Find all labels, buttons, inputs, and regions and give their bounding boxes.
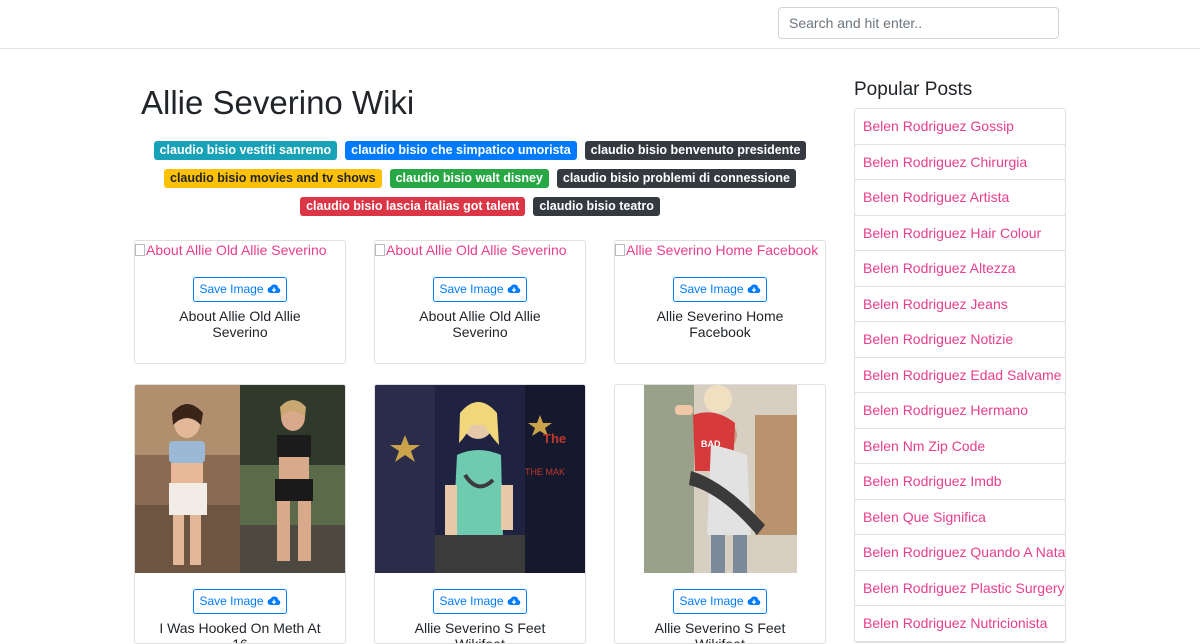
broken-image-icon [375, 244, 385, 256]
image-card: About Allie Old Allie Severino Save Imag… [374, 240, 586, 364]
popular-posts-list: Belen Rodriguez Gossip Belen Rodriguez C… [854, 108, 1066, 643]
tag-link[interactable]: claudio bisio lascia italias got talent [300, 197, 526, 216]
popular-post-link[interactable]: Belen Rodriguez Plastic Surgery [855, 571, 1065, 606]
card-caption: Allie Severino S Feet Wikifeet [414, 620, 546, 644]
cloud-download-icon [747, 284, 760, 293]
tag-cloud: claudio bisio vestiti sanremo claudio bi… [134, 141, 826, 225]
sidebar: Popular Posts Belen Rodriguez Gossip Bel… [854, 78, 1066, 643]
tag-row: claudio bisio vestiti sanremo claudio bi… [134, 141, 826, 160]
tag-link[interactable]: claudio bisio movies and tv shows [164, 169, 382, 188]
image-link[interactable]: About Allie Old Allie Severino [375, 241, 585, 263]
image-card: BAD Save Image Allie Severino S Feet Wik… [614, 384, 826, 644]
search-input[interactable] [778, 7, 1059, 39]
cloud-download-icon [267, 284, 280, 293]
image-card: About Allie Old Allie Severino Save Imag… [134, 240, 346, 364]
photo-image: BAD [615, 385, 825, 573]
image-alt-text: Allie Severino Home Facebook [626, 242, 819, 258]
popular-post-link[interactable]: Belen Rodriguez Edad Salvame [855, 358, 1065, 393]
tag-link[interactable]: claudio bisio che simpatico umorista [345, 141, 577, 160]
tag-link[interactable]: claudio bisio problemi di connessione [556, 169, 796, 188]
cloud-download-icon [267, 596, 280, 605]
card-caption: Allie Severino Home Facebook [656, 308, 784, 340]
popular-post-link[interactable]: Belen Rodriguez Gossip [855, 109, 1065, 145]
tag-link[interactable]: claudio bisio vestiti sanremo [153, 141, 338, 160]
card-caption: About Allie Old Allie Severino [419, 308, 541, 340]
image-link[interactable]: About Allie Old Allie Severino [135, 241, 345, 263]
image-link[interactable]: Allie Severino Home Facebook [615, 241, 825, 263]
tag-row: claudio bisio movies and tv shows claudi… [134, 169, 826, 188]
popular-post-link[interactable]: Belen Rodriguez Nutricionista [855, 606, 1065, 642]
tag-link[interactable]: claudio bisio teatro [533, 197, 660, 216]
image-card: The THE MAK Save Image Allie Severino S … [374, 384, 586, 644]
save-label: Save Image [439, 594, 504, 608]
save-image-button[interactable]: Save Image [673, 277, 767, 302]
popular-post-link[interactable]: Belen Rodriguez Jeans [855, 287, 1065, 322]
sidebar-title: Popular Posts [854, 79, 973, 100]
save-image-button[interactable]: Save Image [433, 589, 527, 614]
save-label: Save Image [679, 282, 744, 296]
popular-post-link[interactable]: Belen Rodriguez Chirurgia [855, 145, 1065, 180]
cloud-download-icon [747, 596, 760, 605]
popular-post-link[interactable]: Belen Rodriguez Quando A Nata [855, 535, 1065, 571]
popular-post-link[interactable]: Belen Rodriguez Hair Colour [855, 216, 1065, 251]
cloud-download-icon [507, 596, 520, 605]
top-navbar [0, 0, 1200, 49]
card-caption: About Allie Old Allie Severino [179, 308, 301, 340]
popular-post-link[interactable]: Belen Rodriguez Imdb [855, 464, 1065, 500]
image-link[interactable]: BAD [615, 385, 825, 573]
photo-image: The THE MAK [375, 385, 585, 573]
tag-row: claudio bisio lascia italias got talent … [134, 197, 826, 216]
save-image-button[interactable]: Save Image [673, 589, 767, 614]
broken-image-icon [615, 244, 625, 256]
save-image-button[interactable]: Save Image [433, 277, 527, 302]
popular-post-link[interactable]: Belen Nm Zip Code [855, 429, 1065, 464]
save-label: Save Image [199, 594, 264, 608]
image-link[interactable]: The THE MAK [375, 385, 585, 573]
broken-image-icon [135, 244, 145, 256]
image-link[interactable] [135, 385, 345, 573]
image-card: Allie Severino Home Facebook Save Image … [614, 240, 826, 364]
image-alt-text: About Allie Old Allie Severino [386, 242, 567, 258]
popular-post-link[interactable]: Belen Rodriguez Artista [855, 180, 1065, 216]
save-label: Save Image [439, 282, 504, 296]
image-card: Save Image I Was Hooked On Meth At 16 [134, 384, 346, 644]
popular-post-link[interactable]: Belen Rodriguez Notizie [855, 322, 1065, 358]
popular-post-link[interactable]: Belen Rodriguez Hermano [855, 393, 1065, 429]
popular-post-link[interactable]: Belen Rodriguez Altezza [855, 251, 1065, 287]
save-label: Save Image [679, 594, 744, 608]
save-label: Save Image [199, 282, 264, 296]
page-title: Allie Severino Wiki [141, 84, 415, 121]
card-caption: I Was Hooked On Meth At 16 [159, 620, 321, 644]
photo-image [135, 385, 345, 573]
svg-text:The: The [543, 431, 566, 446]
cloud-download-icon [507, 284, 520, 293]
save-image-button[interactable]: Save Image [193, 589, 287, 614]
svg-text:THE MAK: THE MAK [525, 467, 565, 477]
popular-post-link[interactable]: Belen Que Significa [855, 500, 1065, 535]
tag-link[interactable]: claudio bisio walt disney [389, 169, 549, 188]
image-alt-text: About Allie Old Allie Severino [146, 242, 327, 258]
tag-link[interactable]: claudio bisio benvenuto presidente [584, 141, 807, 160]
save-image-button[interactable]: Save Image [193, 277, 287, 302]
card-caption: Allie Severino S Feet Wikifeet [654, 620, 786, 644]
